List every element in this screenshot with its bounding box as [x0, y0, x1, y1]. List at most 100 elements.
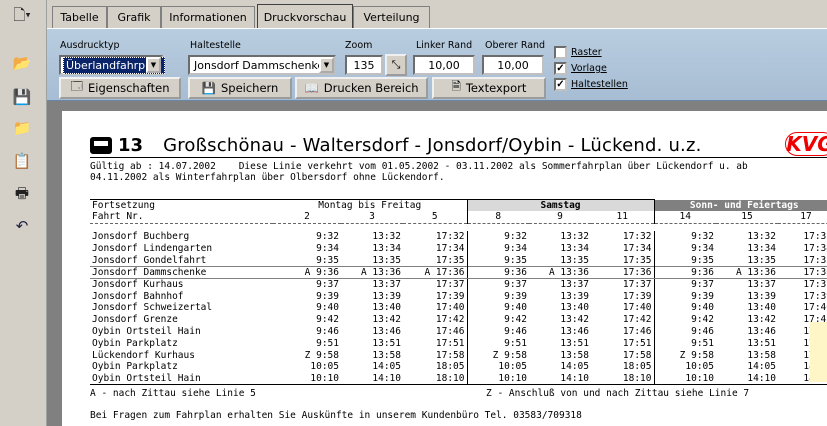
stop-name: Jonsdorf Grenze: [92, 314, 178, 326]
tab-informationen[interactable]: Informationen: [161, 6, 255, 28]
haltestelle-select[interactable]: Jonsdorf Dammschenke ▼: [188, 55, 336, 75]
departure-time: 14:05: [372, 361, 401, 373]
departure-time: 13:46: [747, 326, 776, 338]
stop-name: Oybin Parkplatz: [92, 361, 178, 373]
departure-time: 13:46: [560, 326, 589, 338]
speichern-button[interactable]: 💾 Speichern: [188, 77, 292, 99]
stop-name: Jonsdorf Gondelfahrt: [92, 254, 207, 266]
textexport-button[interactable]: 🗎 Textexport: [432, 77, 546, 99]
departure-time: 17:32: [803, 231, 827, 243]
departure-time: 9:39: [466, 290, 529, 303]
departure-time: 13:39: [372, 290, 401, 302]
departure-time: 9:32: [316, 231, 339, 243]
save-disk-icon[interactable]: 💾: [10, 86, 34, 108]
chevron-down-icon[interactable]: ▼: [319, 57, 334, 73]
zoom-fit-icon: ⤡: [391, 58, 401, 71]
new-document-icon[interactable]: 🗋▾: [10, 6, 34, 28]
print-icon[interactable]: 🖶: [10, 184, 34, 206]
note-z: Z - Anschluß von und nach Zittau siehe L…: [486, 388, 750, 399]
departure-time: 9:42: [316, 314, 339, 326]
table-row: Jonsdorf Grenze 9:42 13:42 17:42 9:42 13:42 17…: [90, 313, 827, 326]
departure-time: 17:35: [435, 254, 465, 266]
stop-name: Oybin Ortsteil Hain: [92, 373, 201, 384]
departure-time: Z 9:58: [653, 349, 716, 362]
tab-tabelle[interactable]: Tabelle: [52, 6, 107, 28]
haltestellen-checkbox[interactable]: ✓: [554, 78, 567, 91]
zoom-input[interactable]: 135: [345, 55, 383, 75]
departure-time: 13:37: [747, 279, 776, 291]
table-row: Jonsdorf Kurhaus 9:37 13:37 17:37 9:37 13:37 1…: [90, 278, 827, 291]
table-row: Jonsdorf Bahnhof 9:39 13:39 17:39 9:39 13:39 1…: [90, 290, 827, 303]
group-weekday: Montag bis Freitag: [273, 199, 467, 212]
copy-page-icon[interactable]: 📋: [10, 150, 34, 172]
departure-time: 17:58: [622, 349, 652, 361]
ausdrucktyp-select[interactable]: Überlandfahrplan ▼: [59, 55, 165, 75]
departure-time: 18:05: [435, 361, 465, 373]
departure-time: 9:32: [653, 231, 716, 243]
departure-time: 13:35: [372, 254, 401, 266]
departure-time: 17:37: [622, 279, 652, 291]
tab-verteilung[interactable]: Verteilung: [353, 6, 430, 28]
stop-name: Jonsdorf Kurhaus: [92, 279, 184, 291]
departure-time: Z 9:58: [304, 349, 339, 361]
departure-time: 13:37: [560, 279, 589, 291]
departure-time: 17:40: [803, 302, 827, 314]
departure-time: 14:10: [747, 373, 776, 384]
eigenschaften-button[interactable]: 🗔 Eigenschaften: [59, 77, 181, 99]
tab-druckvorschau[interactable]: Druckvorschau: [257, 4, 353, 29]
departure-time: 9:51: [653, 337, 716, 350]
departure-time: 13:40: [747, 302, 776, 314]
print-preview-area: 13 Großschönau - Waltersdorf - Jonsdorf/…: [47, 101, 827, 426]
departure-time: 17:34: [803, 243, 827, 255]
header-rule: [90, 157, 827, 158]
departure-time: 13:35: [560, 254, 589, 266]
departure-time: A 9:36: [273, 265, 341, 279]
tab-grafik[interactable]: Grafik: [107, 6, 161, 28]
departure-time: 9:35: [316, 254, 339, 266]
vorlage-checkbox[interactable]: ✓: [554, 62, 567, 75]
departure-time: 17:34: [435, 243, 465, 255]
trip-number: 8: [466, 211, 529, 224]
departure-time: 9:37: [653, 278, 716, 291]
table-row: Oybin Ortsteil Hain 10:10 14:10 18:10 10:10 1…: [90, 372, 827, 385]
validity-text-2: 04.11.2002 als Winterfahrplan über Olber…: [90, 172, 445, 183]
textexport-label: Textexport: [465, 81, 527, 95]
stop-name: Oybin Ortsteil Hain: [92, 326, 201, 338]
left-toolbar: 🗋▾ 📂 💾 📁 📋 🖶 ↶: [0, 0, 47, 426]
raster-checkbox[interactable]: [554, 46, 567, 59]
save-disk-icon: 💾: [201, 81, 216, 95]
departure-time: 9:51: [466, 337, 529, 350]
export-folder-icon[interactable]: 📁: [10, 117, 34, 139]
fahrt-nr-label: Fahrt Nr.: [90, 211, 273, 224]
departure-time: 13:58: [560, 349, 589, 361]
haltestelle-label: Haltestelle: [190, 40, 241, 51]
line-number: 13: [118, 134, 144, 156]
departure-time: 17:42: [435, 314, 465, 326]
kvg-logo: KVG: [785, 132, 827, 156]
linker-rand-input[interactable]: 10,00: [413, 55, 475, 75]
oberer-rand-input[interactable]: 10,00: [482, 55, 544, 75]
departure-time: 13:34: [747, 243, 776, 255]
fortsetzung-label: Fortsetzung: [90, 199, 273, 212]
departure-time: 10:05: [653, 361, 716, 373]
departure-time: 10:10: [310, 373, 339, 384]
departure-time: 14:10: [560, 373, 589, 384]
departure-time: 17:46: [435, 326, 465, 338]
chevron-down-icon[interactable]: ▼: [146, 57, 161, 73]
departure-time: 9:46: [316, 326, 339, 338]
departure-time: 17:39: [435, 290, 465, 302]
table-row: Lückendorf Kurhaus Z 9:58 13:58 17:58 Z 9:58…: [90, 349, 827, 362]
preview-page: 13 Großschönau - Waltersdorf - Jonsdorf/…: [62, 111, 827, 426]
undo-icon[interactable]: ↶: [10, 215, 34, 237]
open-folder-icon[interactable]: 📂: [10, 52, 34, 74]
zoom-fit-button[interactable]: ⤡: [385, 54, 407, 76]
departure-time: 9:40: [316, 302, 339, 314]
departure-time: 9:51: [316, 337, 339, 349]
drucken-bereich-button[interactable]: 📖 Drucken Bereich: [295, 77, 428, 99]
departure-time: 9:36: [653, 265, 716, 279]
departure-time: 13:32: [747, 231, 776, 243]
eigenschaften-label: Eigenschaften: [87, 81, 170, 95]
departure-time: 9:37: [466, 278, 529, 291]
departure-time: 17:51: [622, 337, 652, 349]
departure-time: 17:32: [622, 231, 652, 243]
